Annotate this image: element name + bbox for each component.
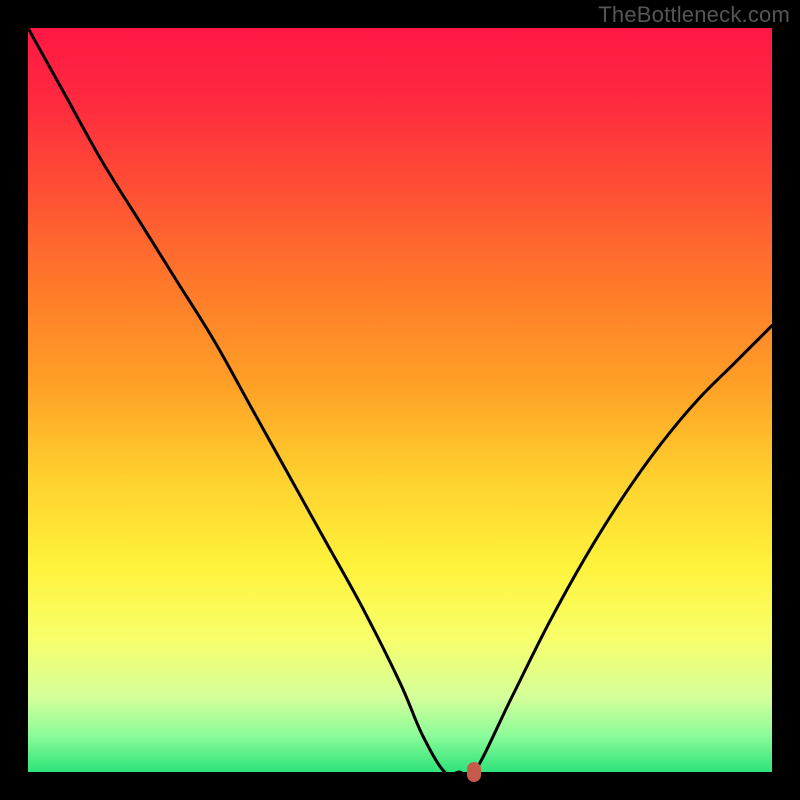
- watermark-text: TheBottleneck.com: [598, 2, 790, 28]
- bottleneck-chart: [28, 28, 772, 772]
- sweet-spot-marker: [467, 762, 481, 782]
- chart-background: [28, 28, 772, 772]
- chart-svg: [28, 28, 772, 772]
- chart-frame: TheBottleneck.com: [0, 0, 800, 800]
